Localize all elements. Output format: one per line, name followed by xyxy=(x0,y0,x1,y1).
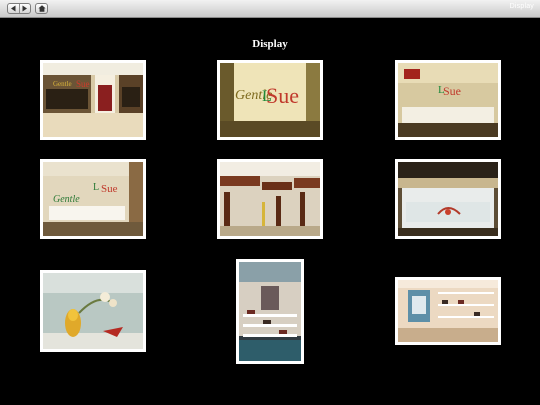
display-case-photo xyxy=(398,162,498,236)
gallery-thumbnail[interactable] xyxy=(40,270,146,352)
svg-text:L: L xyxy=(438,84,445,96)
nav-button-group xyxy=(7,3,31,14)
svg-text:Gentle: Gentle xyxy=(53,194,80,205)
page-title: Display xyxy=(252,38,288,50)
home-icon xyxy=(37,5,46,12)
gallery-thumbnail[interactable] xyxy=(395,277,501,345)
back-button[interactable] xyxy=(8,4,19,13)
forward-button[interactable] xyxy=(18,4,31,13)
shoe-wall-photo xyxy=(398,280,498,342)
svg-text:Sue: Sue xyxy=(101,183,118,195)
gallery-thumbnail[interactable] xyxy=(236,259,304,364)
gallery-thumbnail[interactable]: Gentle Sue L xyxy=(217,60,323,140)
gallery-thumbnail[interactable] xyxy=(395,159,501,239)
svg-text:L: L xyxy=(262,88,272,105)
gallery-thumbnail[interactable]: Gentle Sue xyxy=(40,60,146,140)
browser-toolbar: Display xyxy=(0,0,540,18)
home-button-group xyxy=(35,3,48,14)
svg-text:Gentle: Gentle xyxy=(53,80,72,88)
gallery-thumbnail[interactable]: Gentle L Sue xyxy=(40,159,146,239)
gallery-thumbnail[interactable]: Sue L xyxy=(395,60,501,140)
svg-text:L: L xyxy=(93,182,99,193)
shoe-shelves-photo xyxy=(239,262,301,361)
svg-text:Sue: Sue xyxy=(76,79,90,89)
shop-sign-photo: Gentle Sue L xyxy=(220,63,320,137)
window-display-photo: Gentle L Sue xyxy=(43,162,143,236)
store-front-photo: Gentle Sue xyxy=(43,63,143,137)
arrow-right-icon xyxy=(22,5,28,12)
floral-display-photo xyxy=(43,273,143,349)
home-button[interactable] xyxy=(36,4,47,13)
window-title: Display xyxy=(509,3,534,10)
gallery-thumbnail[interactable] xyxy=(217,159,323,239)
display-shelves-photo xyxy=(220,162,320,236)
window-display-photo: Sue L xyxy=(398,63,498,137)
svg-text:Sue: Sue xyxy=(443,84,461,98)
arrow-left-icon xyxy=(10,5,16,12)
